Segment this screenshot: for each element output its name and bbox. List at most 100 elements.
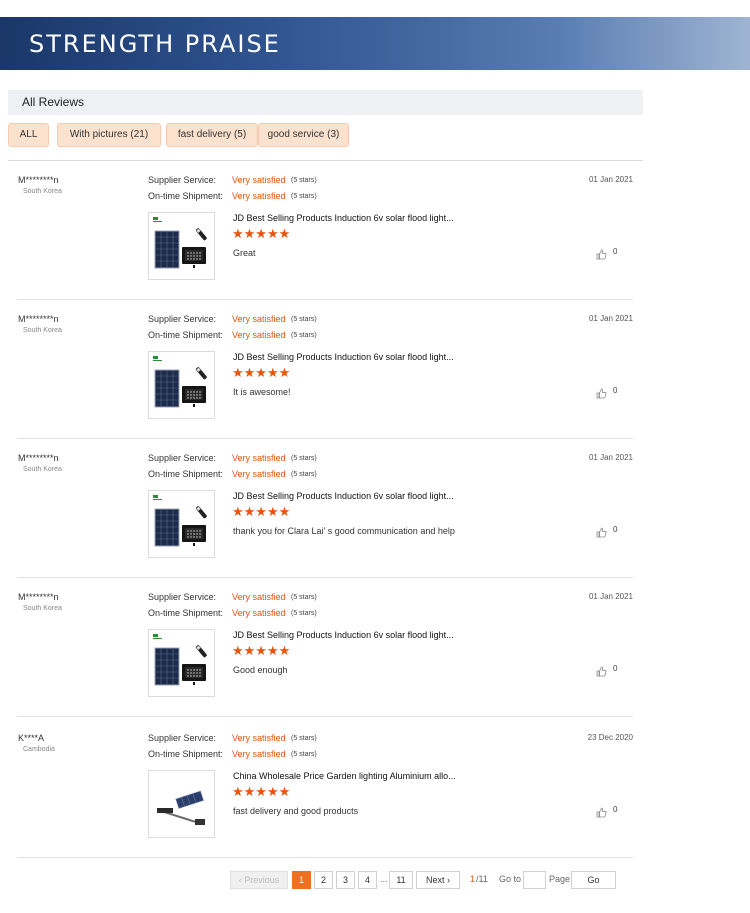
reviewer-name: M********n bbox=[18, 453, 59, 463]
header-banner: STRENGTH PRAISE bbox=[0, 17, 750, 70]
next-page-button[interactable]: Next › bbox=[416, 871, 460, 889]
supplier-service-label: Supplier Service: bbox=[148, 175, 217, 185]
rating-stars: ★★★★★ bbox=[232, 784, 291, 799]
review-comment: fast delivery and good products bbox=[233, 806, 359, 816]
product-thumbnail[interactable] bbox=[148, 770, 215, 838]
supplier-service-stars: (5 stars) bbox=[291, 316, 317, 323]
pagination: ‹ Previous 1 2 3 4 ... 11 Next › 1 /11 G… bbox=[0, 871, 750, 889]
product-thumbnail[interactable] bbox=[148, 629, 215, 697]
supplier-service-stars: (5 stars) bbox=[291, 455, 317, 462]
filter-with-pictures[interactable]: With pictures (21) bbox=[57, 123, 161, 147]
ontime-shipment-stars: (5 stars) bbox=[291, 193, 317, 200]
ontime-shipment-value: Very satisfied bbox=[232, 330, 286, 340]
ontime-shipment-stars: (5 stars) bbox=[291, 471, 317, 478]
like-count: 0 bbox=[613, 664, 618, 673]
thumbs-up-icon bbox=[596, 247, 607, 265]
ontime-shipment-value: Very satisfied bbox=[232, 749, 286, 759]
ontime-shipment-stars: (5 stars) bbox=[291, 751, 317, 758]
like-count: 0 bbox=[613, 525, 618, 534]
product-title-link[interactable]: JD Best Selling Products Induction 6v so… bbox=[233, 630, 454, 640]
ontime-shipment-label: On-time Shipment: bbox=[148, 608, 224, 618]
supplier-service-value: Very satisfied bbox=[232, 314, 286, 324]
thumbs-up-icon bbox=[596, 805, 607, 823]
like-button[interactable]: 0 bbox=[596, 247, 622, 260]
reviewer-name: M********n bbox=[18, 175, 59, 185]
reviewer-country: South Korea bbox=[23, 327, 62, 334]
like-button[interactable]: 0 bbox=[596, 664, 622, 677]
page-2-button[interactable]: 2 bbox=[314, 871, 333, 889]
product-thumbnail[interactable] bbox=[148, 212, 215, 280]
review-item: K****A Cambodia Supplier Service: Very sati… bbox=[0, 719, 750, 858]
supplier-service-label: Supplier Service: bbox=[148, 453, 217, 463]
go-button[interactable]: Go bbox=[571, 871, 616, 889]
thumbs-up-icon bbox=[596, 386, 607, 404]
page-1-button[interactable]: 1 bbox=[292, 871, 311, 889]
ontime-shipment-value: Very satisfied bbox=[232, 608, 286, 618]
filter-good-service[interactable]: good service (3) bbox=[258, 123, 349, 147]
total-pages: /11 bbox=[476, 874, 488, 884]
review-date: 23 Dec 2020 bbox=[587, 733, 633, 742]
review-item: M********n South Korea Supplier Service: Ve… bbox=[0, 578, 750, 717]
review-item: M********n South Korea Supplier Service: Ve… bbox=[0, 161, 750, 300]
product-title-link[interactable]: JD Best Selling Products Induction 6v so… bbox=[233, 213, 454, 223]
like-count: 0 bbox=[613, 386, 618, 395]
product-thumbnail[interactable] bbox=[148, 490, 215, 558]
like-button[interactable]: 0 bbox=[596, 386, 622, 399]
review-comment: Good enough bbox=[233, 665, 288, 675]
filter-all[interactable]: ALL bbox=[8, 123, 49, 147]
rating-stars: ★★★★★ bbox=[232, 365, 291, 380]
reviewer-name: M********n bbox=[18, 314, 59, 324]
page-title: STRENGTH PRAISE bbox=[29, 30, 281, 58]
product-title-link[interactable]: JD Best Selling Products Induction 6v so… bbox=[233, 491, 454, 501]
filter-fast-delivery[interactable]: fast delivery (5) bbox=[166, 123, 258, 147]
supplier-service-value: Very satisfied bbox=[232, 733, 286, 743]
reviewer-name: K****A bbox=[18, 733, 45, 743]
supplier-service-stars: (5 stars) bbox=[291, 177, 317, 184]
review-item: M********n South Korea Supplier Service: Ve… bbox=[0, 300, 750, 439]
next-label: Next bbox=[425, 875, 445, 885]
ontime-shipment-stars: (5 stars) bbox=[291, 332, 317, 339]
supplier-service-stars: (5 stars) bbox=[291, 735, 317, 742]
pagination-ellipsis: ... bbox=[380, 874, 388, 884]
rating-stars: ★★★★★ bbox=[232, 504, 291, 519]
review-date: 01 Jan 2021 bbox=[588, 175, 633, 184]
page-4-button[interactable]: 4 bbox=[358, 871, 377, 889]
supplier-service-label: Supplier Service: bbox=[148, 592, 217, 602]
product-title-link[interactable]: JD Best Selling Products Induction 6v so… bbox=[233, 352, 454, 362]
page-label: Page bbox=[549, 874, 571, 884]
review-date: 01 Jan 2021 bbox=[588, 453, 633, 462]
reviewer-country: South Korea bbox=[23, 188, 62, 195]
like-button[interactable]: 0 bbox=[596, 525, 622, 538]
like-button[interactable]: 0 bbox=[596, 805, 622, 818]
ontime-shipment-label: On-time Shipment: bbox=[148, 330, 224, 340]
supplier-service-stars: (5 stars) bbox=[291, 594, 317, 601]
reviewer-country: Cambodia bbox=[23, 746, 55, 753]
review-date: 01 Jan 2021 bbox=[588, 592, 633, 601]
reviews-tab-bar: All Reviews bbox=[8, 90, 643, 115]
divider bbox=[17, 857, 633, 858]
product-title-link[interactable]: China Wholesale Price Garden lighting Al… bbox=[233, 771, 456, 781]
supplier-service-label: Supplier Service: bbox=[148, 733, 217, 743]
review-comment: It is awesome! bbox=[233, 387, 291, 397]
rating-stars: ★★★★★ bbox=[232, 643, 291, 658]
previous-page-button[interactable]: ‹ Previous bbox=[230, 871, 288, 889]
divider bbox=[17, 716, 633, 717]
product-thumbnail[interactable] bbox=[148, 351, 215, 419]
reviewer-country: South Korea bbox=[23, 466, 62, 473]
thumbs-up-icon bbox=[596, 525, 607, 543]
supplier-service-value: Very satisfied bbox=[232, 453, 286, 463]
tab-all-reviews[interactable]: All Reviews bbox=[22, 95, 84, 109]
supplier-service-value: Very satisfied bbox=[232, 175, 286, 185]
supplier-service-label: Supplier Service: bbox=[148, 314, 217, 324]
reviewer-name: M********n bbox=[18, 592, 59, 602]
thumbs-up-icon bbox=[596, 664, 607, 682]
ontime-shipment-value: Very satisfied bbox=[232, 469, 286, 479]
like-count: 0 bbox=[613, 805, 618, 814]
page-3-button[interactable]: 3 bbox=[336, 871, 355, 889]
review-item: M********n South Korea Supplier Service: Ve… bbox=[0, 439, 750, 578]
review-comment: thank you for Clara Lai' s good communic… bbox=[233, 526, 455, 536]
goto-page-input[interactable] bbox=[523, 871, 546, 889]
previous-label: Previous bbox=[244, 875, 280, 885]
ontime-shipment-stars: (5 stars) bbox=[291, 610, 317, 617]
page-11-button[interactable]: 11 bbox=[389, 871, 413, 889]
